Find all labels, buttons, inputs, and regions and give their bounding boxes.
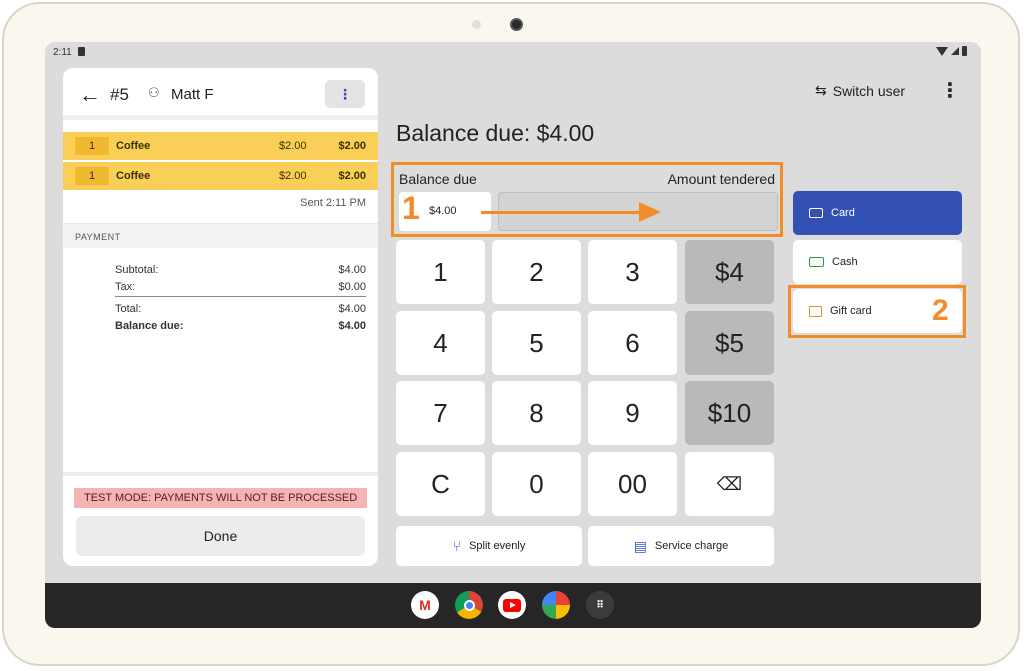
- payment-section-header: PAYMENT: [63, 223, 378, 248]
- key-2[interactable]: 2: [492, 240, 581, 304]
- credit-card-icon: [809, 208, 823, 218]
- app-drawer-icon[interactable]: ⠿: [586, 591, 614, 619]
- service-charge-label: Service charge: [654, 540, 729, 552]
- switch-user-button[interactable]: ⇆ Switch user: [815, 82, 905, 99]
- order-panel: ← #5 ⚇ Matt F ⋮ 1 Coffee $2.00 $2.00 1 C…: [63, 68, 378, 566]
- order-footer: TEST MODE: PAYMENTS WILL NOT BE PROCESSE…: [63, 472, 378, 566]
- pay-card-button[interactable]: Card: [793, 191, 962, 235]
- backspace-icon[interactable]: ⌫: [685, 452, 774, 516]
- order-number: #5: [110, 85, 129, 104]
- receipt-icon: ▤: [633, 537, 647, 554]
- callout-number-1: 1: [402, 190, 420, 226]
- item-name: Coffee: [116, 170, 151, 182]
- total-value: $4.00: [338, 303, 366, 315]
- sensor-dot: [472, 20, 481, 29]
- tax-value: $0.00: [338, 281, 366, 293]
- battery-icon: [962, 46, 967, 56]
- subtotal-row: Subtotal: $4.00: [115, 264, 366, 276]
- balance-row: Balance due: $4.00: [115, 320, 366, 332]
- key-clear[interactable]: C: [396, 452, 485, 516]
- back-arrow-icon[interactable]: ←: [79, 82, 101, 108]
- total-row: Total: $4.00: [115, 303, 366, 315]
- front-camera: [510, 18, 523, 31]
- more-options-icon[interactable]: ⋮: [940, 78, 960, 103]
- wifi-icon: [936, 46, 948, 56]
- done-button[interactable]: Done: [76, 516, 365, 556]
- item-qty: 1: [75, 167, 109, 185]
- switch-arrows-icon: ⇆: [815, 82, 827, 98]
- item-name: Coffee: [116, 140, 151, 152]
- chrome-icon[interactable]: [455, 591, 483, 619]
- tax-label: Tax:: [115, 281, 136, 293]
- balance-label: Balance due:: [115, 320, 184, 332]
- key-3[interactable]: 3: [588, 240, 677, 304]
- item-price: $2.00: [279, 140, 307, 152]
- key-00[interactable]: 00: [588, 452, 677, 516]
- key-7[interactable]: 7: [396, 381, 485, 445]
- test-mode-banner: TEST MODE: PAYMENTS WILL NOT BE PROCESSE…: [74, 488, 367, 508]
- split-evenly-button[interactable]: ⑂ Split evenly: [396, 526, 582, 566]
- callout-arrow-line: [481, 211, 641, 214]
- switch-user-label: Switch user: [832, 82, 906, 99]
- status-icons: [936, 46, 967, 56]
- tax-row: Tax: $0.00: [115, 281, 366, 293]
- status-time: 2:11: [53, 47, 72, 58]
- photos-icon[interactable]: [542, 591, 570, 619]
- tender-area-highlight: Balance due Amount tendered $4.00 1: [391, 162, 783, 237]
- key-9[interactable]: 9: [588, 381, 677, 445]
- item-total: $2.00: [338, 140, 366, 152]
- item-qty: 1: [75, 137, 109, 155]
- key-0[interactable]: 0: [492, 452, 581, 516]
- key-6[interactable]: 6: [588, 311, 677, 375]
- service-charge-button[interactable]: ▤ Service charge: [588, 526, 774, 566]
- balance-value: $4.00: [338, 320, 366, 332]
- item-price: $2.00: [279, 170, 307, 182]
- quick-amount-5[interactable]: $5: [685, 311, 774, 375]
- order-menu-button[interactable]: ⋮: [325, 80, 365, 108]
- status-bar: 2:11: [45, 42, 981, 62]
- user-icon: ⚇: [148, 85, 160, 100]
- order-item-row[interactable]: 1 Coffee $2.00 $2.00: [63, 132, 378, 160]
- balance-due-label: Balance due: [399, 171, 477, 187]
- gmail-icon[interactable]: M: [411, 591, 439, 619]
- balance-due-title: Balance due: $4.00: [396, 120, 595, 146]
- split-evenly-label: Split evenly: [469, 540, 526, 552]
- pay-cash-button[interactable]: Cash: [793, 240, 962, 284]
- signal-icon: [951, 47, 959, 55]
- amount-tendered-label: Amount tendered: [667, 171, 775, 187]
- key-8[interactable]: 8: [492, 381, 581, 445]
- total-label: Total:: [115, 303, 142, 315]
- sent-timestamp: Sent 2:11 PM: [300, 197, 366, 209]
- quick-amount-4[interactable]: $4: [685, 240, 774, 304]
- summary-divider: [115, 296, 366, 297]
- key-5[interactable]: 5: [492, 311, 581, 375]
- order-header: ← #5 ⚇ Matt F ⋮: [63, 68, 378, 120]
- callout-number-2: 2: [932, 294, 949, 327]
- order-user: Matt F: [171, 86, 214, 103]
- card-label: Card: [831, 207, 855, 219]
- key-4[interactable]: 4: [396, 311, 485, 375]
- order-item-row[interactable]: 1 Coffee $2.00 $2.00: [63, 162, 378, 190]
- sd-card-icon: [78, 47, 85, 56]
- youtube-icon[interactable]: [498, 591, 526, 619]
- cash-label: Cash: [832, 256, 858, 268]
- taskbar: M ⠿: [45, 583, 981, 628]
- key-1[interactable]: 1: [396, 240, 485, 304]
- cash-icon: [809, 257, 824, 267]
- split-icon: ⑂: [452, 538, 462, 554]
- screen: 2:11 ← #5 ⚇ Matt F ⋮ 1 Coffee $2.00 $2.0…: [45, 42, 981, 628]
- quick-amount-10[interactable]: $10: [685, 381, 774, 445]
- subtotal-value: $4.00: [338, 264, 366, 276]
- subtotal-label: Subtotal:: [115, 264, 159, 276]
- item-total: $2.00: [338, 170, 366, 182]
- callout-arrow-head-icon: [639, 202, 661, 222]
